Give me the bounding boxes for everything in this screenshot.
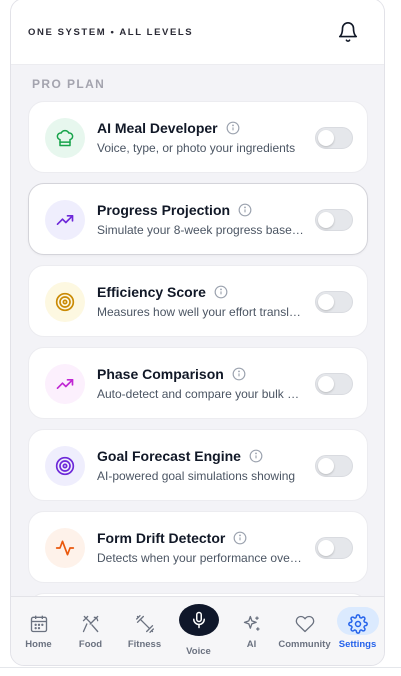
feature-description: Simulate your 8-week progress based on: [97, 223, 305, 237]
calendar-icon: [28, 613, 50, 635]
toggle-knob: [318, 212, 334, 228]
feature-title: Progress Projection: [97, 202, 252, 218]
feature-description: AI-powered goal simulations showing: [97, 469, 296, 483]
feature-card[interactable]: Phase Comparison Auto-detect and compare…: [28, 347, 368, 419]
feature-icon-badge: [45, 364, 85, 404]
info-icon[interactable]: [233, 531, 247, 545]
feature-icon-badge: [45, 118, 85, 158]
heart-icon: [294, 613, 316, 635]
target-icon: [55, 292, 75, 312]
feature-icon-badge: [45, 528, 85, 568]
feature-description: Auto-detect and compare your bulk and cu…: [97, 387, 305, 401]
feature-icon-badge: [45, 200, 85, 240]
tab-home[interactable]: Home: [12, 597, 65, 657]
info-icon[interactable]: [238, 203, 252, 217]
trending-up-icon: [56, 379, 74, 389]
bell-icon: [338, 22, 358, 42]
feature-title: Efficiency Score: [97, 284, 228, 300]
feature-list: AI Meal Developer Voice, type, or photo …: [28, 101, 368, 593]
tab-label: Community: [278, 639, 331, 650]
feature-toggle[interactable]: [315, 291, 353, 313]
tab-fitness[interactable]: Fitness: [118, 597, 171, 657]
feature-title: Form Drift Detector: [97, 530, 247, 546]
tab-label: Voice: [186, 646, 211, 657]
feature-card[interactable]: AI Meal Developer Voice, type, or photo …: [28, 101, 368, 173]
toggle-knob: [318, 376, 334, 392]
info-icon[interactable]: [226, 121, 240, 135]
sparkles-icon: [241, 613, 263, 635]
bottom-tab-bar: Home Food Fitness Voice AI Community Set…: [11, 596, 384, 665]
feature-title-text: AI Meal Developer: [97, 120, 218, 136]
trending-up-icon: [56, 215, 74, 225]
feature-toggle[interactable]: [315, 127, 353, 149]
tab-label: Settings: [338, 639, 377, 650]
microphone-icon: [192, 611, 205, 629]
utensils-icon: [80, 613, 102, 635]
feature-icon-badge: [45, 446, 85, 486]
header: ONE SYSTEM • ALL LEVELS: [11, 0, 384, 65]
feature-description: Measures how well your effort translates: [97, 305, 305, 319]
app-screen: ONE SYSTEM • ALL LEVELS PRO PLAN AI Meal…: [10, 0, 385, 666]
tab-food[interactable]: Food: [64, 597, 117, 657]
dumbbell-icon: [134, 613, 156, 635]
tab-label: Home: [25, 639, 52, 650]
feature-toggle[interactable]: [315, 537, 353, 559]
tab-community[interactable]: Community: [278, 597, 331, 657]
feature-title-text: Phase Comparison: [97, 366, 224, 382]
tab-label: Food: [78, 639, 103, 650]
feature-description: Detects when your performance over time: [97, 551, 305, 565]
tagline: ONE SYSTEM • ALL LEVELS: [28, 27, 194, 38]
target-icon: [55, 456, 75, 476]
tab-label: Fitness: [127, 639, 162, 650]
feature-card[interactable]: Efficiency Score Measures how well your …: [28, 265, 368, 337]
feature-card[interactable]: Form Drift Detector Detects when your pe…: [28, 511, 368, 583]
section-label: PRO PLAN: [32, 77, 106, 91]
feature-toggle[interactable]: [315, 455, 353, 477]
gear-icon: [347, 613, 369, 635]
info-icon[interactable]: [249, 449, 263, 463]
tab-label: AI: [246, 639, 257, 650]
feature-title-text: Efficiency Score: [97, 284, 206, 300]
tab-settings[interactable]: Settings: [331, 597, 384, 657]
toggle-knob: [318, 294, 334, 310]
tab-voice[interactable]: Voice: [172, 597, 225, 657]
divider: [0, 667, 401, 668]
toggle-knob: [318, 458, 334, 474]
feature-toggle[interactable]: [315, 373, 353, 395]
activity-icon: [55, 540, 75, 556]
feature-title-text: Goal Forecast Engine: [97, 448, 241, 464]
feature-toggle[interactable]: [315, 209, 353, 231]
voice-button[interactable]: [178, 604, 219, 636]
feature-title: Phase Comparison: [97, 366, 246, 382]
feature-title-text: Form Drift Detector: [97, 530, 226, 546]
chef-hat-icon: [56, 129, 74, 147]
info-icon[interactable]: [232, 367, 246, 381]
feature-card[interactable]: Progress Projection Simulate your 8-week…: [28, 183, 368, 255]
feature-title-text: Progress Projection: [97, 202, 231, 218]
feature-title: Goal Forecast Engine: [97, 448, 263, 464]
toggle-knob: [318, 130, 334, 146]
feature-icon-badge: [45, 282, 85, 322]
tab-ai[interactable]: AI: [225, 597, 278, 657]
notifications-button[interactable]: [333, 17, 363, 47]
feature-title: AI Meal Developer: [97, 120, 240, 136]
feature-card[interactable]: Goal Forecast Engine AI-powered goal sim…: [28, 429, 368, 501]
toggle-knob: [318, 540, 334, 556]
info-icon[interactable]: [214, 285, 228, 299]
feature-description: Voice, type, or photo your ingredients: [97, 141, 296, 155]
